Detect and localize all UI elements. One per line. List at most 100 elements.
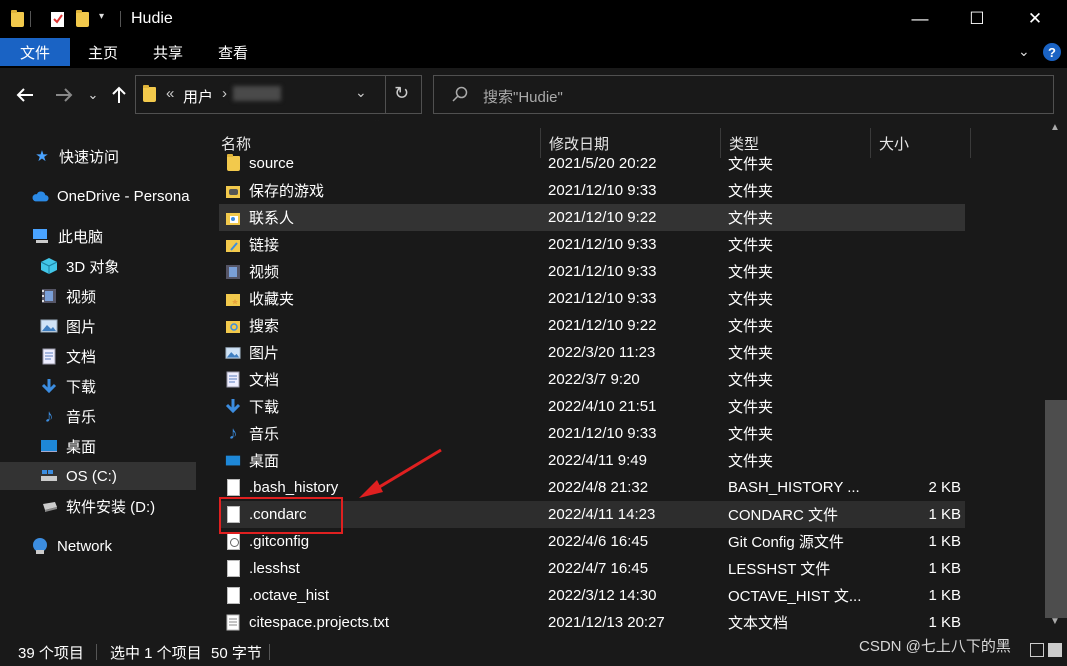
nav-label: 此电脑 [58,228,104,246]
file-row[interactable]: 搜索 2021/12/10 9:22 文件夹 [219,312,965,339]
file-name-cell: 图片 [225,339,541,366]
drive-icon [40,497,58,515]
file-row[interactable]: source 2021/5/20 20:22 文件夹 [219,150,965,177]
nav-pictures[interactable]: 图片 [0,312,196,340]
file-size [879,447,961,474]
file-row[interactable]: 视频 2021/12/10 9:33 文件夹 [219,258,965,285]
breadcrumb-separator[interactable]: › [222,85,227,102]
nav-music[interactable]: ♪ 音乐 [0,402,196,430]
details-view-icon[interactable] [1030,643,1044,657]
up-button[interactable] [108,81,130,109]
file-size [879,420,961,447]
nav-downloads[interactable]: 下载 [0,372,196,400]
file-size [879,285,961,312]
scrollbar-thumb[interactable] [1045,400,1067,618]
cube-icon [40,257,58,275]
file-date: 2021/12/13 20:27 [548,614,665,631]
breadcrumb-users[interactable]: 用户 [183,86,213,107]
address-bar[interactable]: « 用户 › ⌄ ↻ [135,75,422,114]
desktop-icon [225,452,241,470]
picture-icon [225,344,241,362]
close-button[interactable]: ✕ [1006,0,1064,38]
tab-home[interactable]: 主页 [80,38,126,66]
title-bar: ▾ Hudie — ☐ ✕ [0,0,1067,38]
nav-software-d[interactable]: 软件安装 (D:) [0,492,196,520]
nav-label: Network [57,537,113,555]
file-date: 2021/12/10 9:22 [548,317,657,334]
file-row[interactable]: 收藏夹 2021/12/10 9:33 文件夹 [219,285,965,312]
file-row[interactable]: citespace.projects.txt 2021/12/13 20:27 文本… [219,609,965,636]
nav-onedrive[interactable]: OneDrive - Persona [0,182,196,210]
new-folder-icon[interactable] [76,9,89,29]
item-count: 39 个项目 [18,645,84,662]
nav-os-c[interactable]: OS (C:) [0,462,196,490]
back-button[interactable] [12,81,38,109]
overflow-chevron[interactable]: « [166,85,174,102]
file-type: 文件夹 [728,318,774,335]
nav-documents[interactable]: 文档 [0,342,196,370]
tab-view[interactable]: 查看 [210,38,256,66]
recent-locations-icon[interactable]: ⌄ [85,81,101,109]
file-size [879,312,961,339]
file-name: 桌面 [249,453,280,470]
file-date: 2021/12/10 9:33 [548,290,657,307]
file-size [879,204,961,231]
file-name-cell: .octave_hist [225,582,541,609]
maximize-button[interactable]: ☐ [948,0,1006,38]
refresh-icon[interactable]: ↻ [394,83,409,104]
nav-3d-objects[interactable]: 3D 对象 [0,252,196,280]
file-date: 2022/4/11 9:49 [548,452,647,469]
search-input[interactable]: 搜索"Hudie" [483,86,563,107]
minimize-button[interactable]: — [891,0,949,38]
file-type: CONDARC 文件 [728,507,839,524]
forward-button[interactable] [51,81,77,109]
file-row[interactable]: 链接 2021/12/10 9:33 文件夹 [219,231,965,258]
file-name-cell: 保存的游戏 [225,177,541,204]
file-row[interactable]: .lesshst 2022/4/7 16:45 LESSHST 文件 1 KB [219,555,965,582]
file-row[interactable]: 桌面 2022/4/11 9:49 文件夹 [219,447,965,474]
file-type: LESSHST 文件 [728,561,831,578]
expand-ribbon-icon[interactable]: ⌄ [1018,43,1030,60]
tab-file[interactable]: 文件 [0,38,70,66]
customize-qa-icon[interactable]: ▾ [99,11,104,22]
file-icon [225,560,241,578]
file-date: 2022/4/8 21:32 [548,479,649,496]
file-row[interactable]: 文档 2022/3/7 9:20 文件夹 [219,366,965,393]
properties-icon[interactable] [50,9,66,29]
file-size: 1 KB [928,506,961,523]
nav-videos[interactable]: 视频 [0,282,196,310]
file-row[interactable]: .octave_hist 2022/3/12 14:30 OCTAVE_HIST 文… [219,582,965,609]
scroll-up-icon[interactable]: ▲ [1050,122,1060,133]
file-type: BASH_HISTORY ... [728,479,860,496]
file-row[interactable]: 保存的游戏 2021/12/10 9:33 文件夹 [219,177,965,204]
file-type: 文件夹 [728,399,774,416]
document-icon [225,371,241,389]
file-name: 收藏夹 [249,291,295,308]
file-size [879,393,961,420]
file-date: 2021/12/10 9:22 [548,209,657,226]
nav-label: 视频 [66,288,97,306]
nav-this-pc[interactable]: 此电脑 [0,222,196,250]
file-row[interactable]: 联系人 2021/12/10 9:22 文件夹 [219,204,965,231]
dropdown-chevron-icon[interactable]: ⌄ [355,84,367,101]
file-type: 文件夹 [728,183,774,200]
file-name-cell: 下载 [225,393,541,420]
tab-share[interactable]: 共享 [145,38,191,66]
help-button[interactable]: ? [1043,43,1061,61]
file-name: 音乐 [249,426,280,443]
large-icons-view-icon[interactable] [1048,643,1062,657]
favorites-icon [225,290,241,308]
file-row[interactable]: ♪ 音乐 2021/12/10 9:33 文件夹 [219,420,965,447]
file-name-cell: ♪ 音乐 [225,420,541,447]
nav-quick-access[interactable]: ★ 快速访问 [0,142,196,170]
search-box[interactable]: 搜索"Hudie" [433,75,1054,114]
selected-size: 50 字节 [211,645,262,662]
file-size [879,150,961,177]
file-date: 2022/4/7 16:45 [548,560,649,577]
document-icon [40,347,58,365]
file-row[interactable]: 图片 2022/3/20 11:23 文件夹 [219,339,965,366]
nav-network[interactable]: Network [0,532,196,560]
nav-desktop[interactable]: 桌面 [0,432,196,460]
file-row[interactable]: 下载 2022/4/10 21:51 文件夹 [219,393,965,420]
file-type: 文件夹 [728,345,774,362]
